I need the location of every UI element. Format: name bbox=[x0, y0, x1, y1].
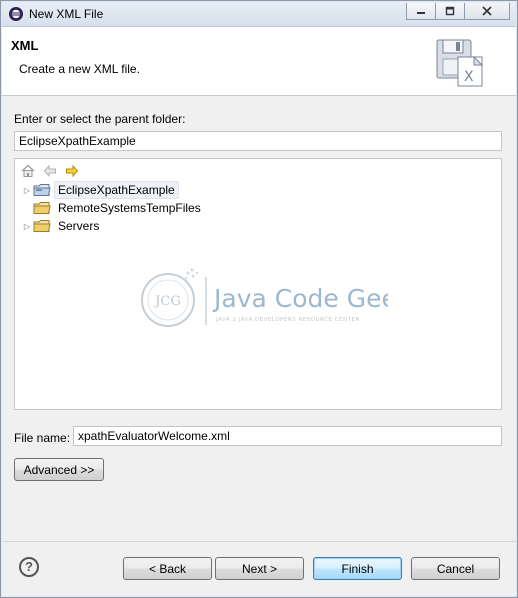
advanced-button-label: Advanced >> bbox=[23, 462, 95, 477]
tree-item-label: Servers bbox=[58, 219, 100, 233]
parent-folder-label: Enter or select the parent folder: bbox=[14, 112, 186, 126]
arrow-right-icon bbox=[66, 164, 79, 178]
watermark-brand: Java Code Geeks bbox=[212, 284, 388, 313]
minimize-button[interactable] bbox=[406, 3, 436, 20]
cancel-button[interactable]: Cancel bbox=[411, 557, 500, 580]
next-button-label: Next > bbox=[241, 561, 277, 576]
forward-nav-button[interactable] bbox=[64, 163, 80, 179]
parent-folder-input[interactable]: EclipseXpathExample bbox=[14, 131, 502, 151]
maximize-button[interactable] bbox=[436, 3, 465, 20]
close-window-button[interactable] bbox=[465, 3, 510, 20]
watermark-tagline: JAVA 2 JAVA DEVELOPERS RESOURCE CENTER bbox=[215, 317, 360, 323]
watermark-logo: JCG bbox=[153, 294, 181, 309]
file-name-input[interactable]: xpathEvaluatorWelcome.xml bbox=[73, 426, 502, 446]
next-button[interactable]: Next > bbox=[215, 557, 304, 580]
xml-file-wizard-icon: X bbox=[436, 39, 484, 87]
wizard-header: XML Create a new XML file. X bbox=[2, 27, 516, 96]
tree-item-remotesystemstempfiles[interactable]: RemoteSystemsTempFiles bbox=[21, 199, 205, 217]
project-folder-icon bbox=[33, 184, 51, 196]
arrow-left-icon bbox=[43, 164, 56, 178]
minimize-icon bbox=[417, 12, 425, 14]
folder-tree[interactable]: ▷ EclipseXpathExample RemoteSystemsTempF… bbox=[14, 158, 502, 410]
window-title: New XML File bbox=[29, 7, 104, 21]
tree-item-servers[interactable]: ▷ Servers bbox=[21, 217, 103, 235]
folder-icon bbox=[33, 220, 51, 232]
back-nav-button[interactable] bbox=[42, 163, 58, 179]
expand-arrow-icon[interactable]: ▷ bbox=[21, 186, 33, 195]
advanced-button[interactable]: Advanced >> bbox=[14, 458, 104, 481]
title-bar[interactable]: New XML File bbox=[2, 2, 516, 27]
close-icon bbox=[482, 6, 492, 16]
button-bar-divider bbox=[2, 541, 516, 542]
cancel-button-label: Cancel bbox=[436, 561, 475, 576]
file-name-label: File name: bbox=[14, 431, 71, 445]
new-xml-file-dialog: New XML File XML Create a new XML file. … bbox=[0, 0, 518, 598]
finish-button[interactable]: Finish bbox=[313, 557, 402, 580]
tree-item-label: EclipseXpathExample bbox=[54, 181, 179, 199]
back-button-label: < Back bbox=[148, 561, 187, 576]
window-controls bbox=[406, 3, 510, 21]
svg-text:X: X bbox=[464, 69, 474, 85]
wizard-title: XML bbox=[11, 38, 39, 53]
java-code-geeks-watermark: JCG Java Code Geeks JAVA 2 JAVA DEVELOPE… bbox=[141, 268, 388, 327]
home-button[interactable] bbox=[20, 163, 36, 179]
help-button[interactable]: ? bbox=[19, 557, 39, 577]
help-icon: ? bbox=[25, 559, 33, 574]
maximize-icon bbox=[445, 6, 455, 16]
back-button[interactable]: < Back bbox=[123, 557, 212, 580]
finish-button-label: Finish bbox=[341, 561, 374, 576]
wizard-description: Create a new XML file. bbox=[19, 62, 140, 76]
eclipse-icon bbox=[9, 7, 23, 21]
tree-item-label: RemoteSystemsTempFiles bbox=[58, 201, 201, 215]
expand-arrow-icon[interactable]: ▷ bbox=[21, 222, 33, 231]
home-icon bbox=[21, 164, 35, 177]
tree-toolbar bbox=[20, 163, 80, 179]
tree-item-eclipsexpathexample[interactable]: ▷ EclipseXpathExample bbox=[21, 181, 179, 199]
folder-icon bbox=[33, 202, 51, 214]
